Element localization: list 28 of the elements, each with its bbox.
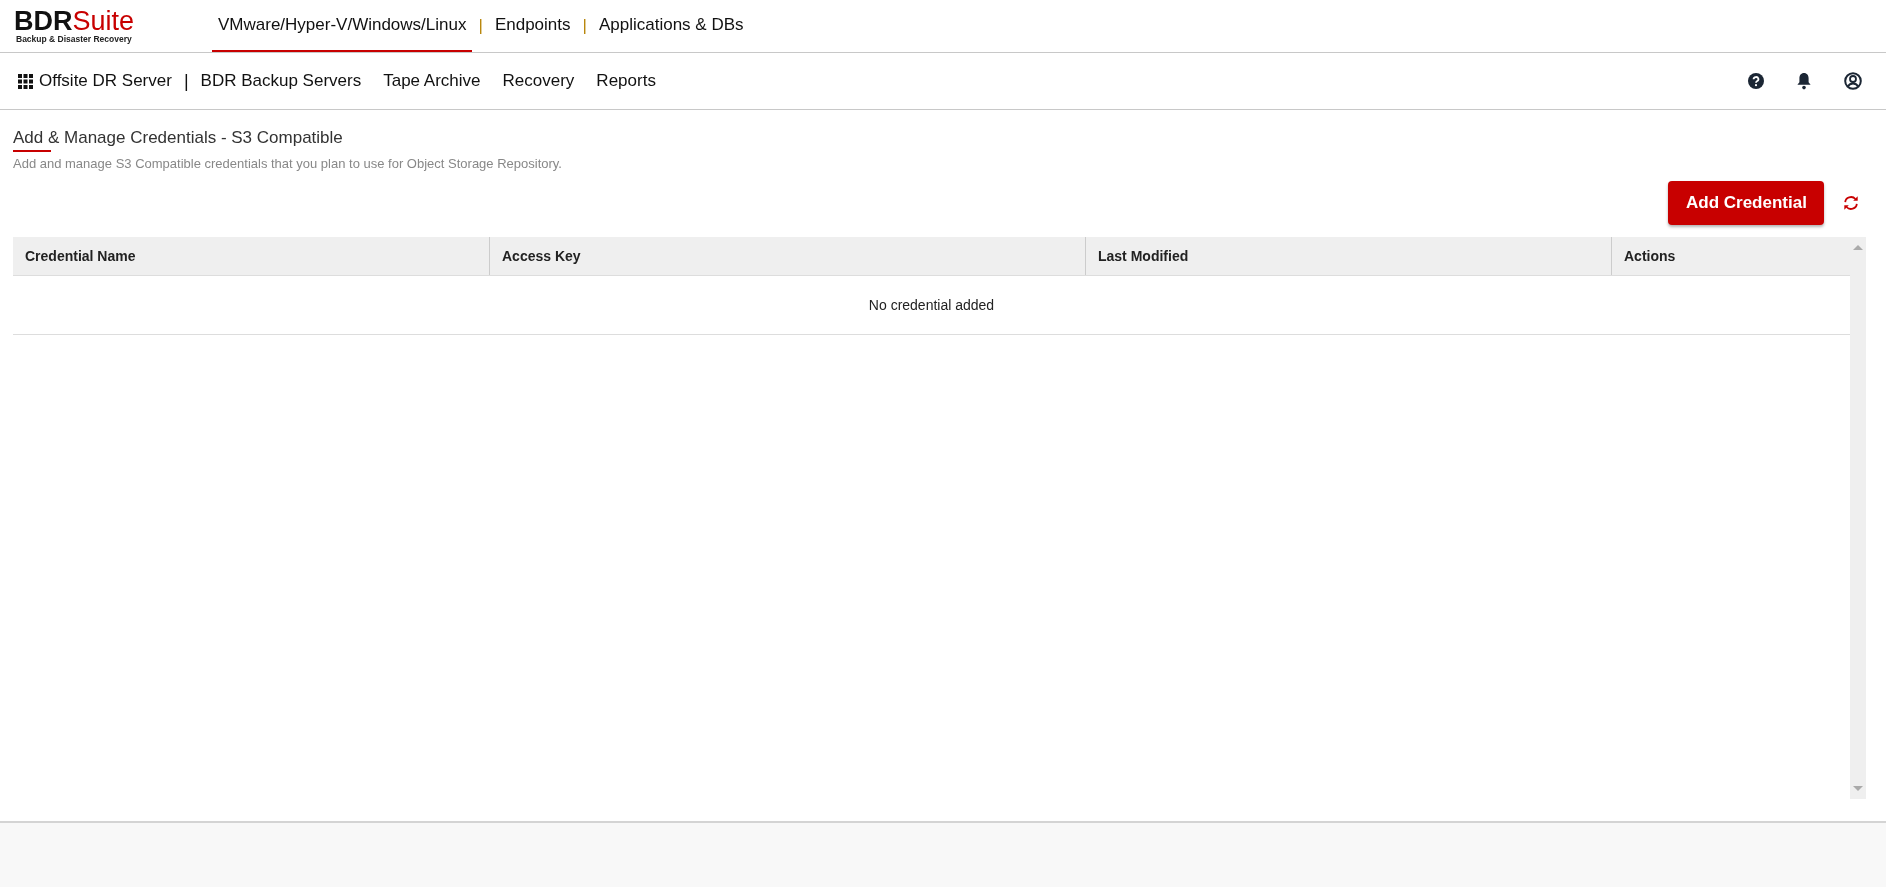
page-description: Add and manage S3 Compatible credentials that you plan to use for Object Storage Repository. bbox=[13, 156, 563, 171]
bell-icon[interactable] bbox=[1796, 72, 1812, 90]
nav-separator: | bbox=[183, 70, 189, 92]
logo-tagline: Backup & Disaster Recovery bbox=[15, 34, 133, 44]
nav-link[interactable]: Tape Archive bbox=[383, 71, 481, 91]
page-title: Add & Manage Credentials - S3 Compatible bbox=[13, 128, 343, 152]
column-header: Last Modified bbox=[1086, 237, 1612, 275]
product-tab[interactable]: Applications & DBs bbox=[592, 0, 750, 52]
add-credential-button[interactable]: Add Credential bbox=[1668, 181, 1824, 225]
column-header: Actions bbox=[1623, 247, 1677, 266]
nav-link[interactable]: Recovery bbox=[502, 71, 575, 91]
empty-table-message: No credential added bbox=[13, 276, 1850, 335]
product-tab[interactable]: Endpoints bbox=[488, 0, 577, 52]
nav-separator: | bbox=[477, 15, 484, 37]
grid-icon bbox=[18, 73, 33, 89]
scrollbar[interactable] bbox=[1850, 237, 1866, 799]
nav-link[interactable]: BDR Backup Servers bbox=[200, 71, 362, 91]
help-icon[interactable] bbox=[1748, 73, 1764, 89]
column-header: Credential Name bbox=[13, 237, 490, 275]
user-icon[interactable] bbox=[1844, 72, 1862, 90]
logo-brand: BDR bbox=[14, 6, 73, 36]
nav-link[interactable]: Reports bbox=[596, 71, 656, 91]
product-tab[interactable]: VMware/Hyper-V/Windows/Linux bbox=[212, 0, 473, 52]
nav-separator: | bbox=[581, 15, 588, 37]
column-header: Access Key bbox=[490, 237, 1086, 275]
server-menu[interactable]: Offsite DR Server bbox=[18, 71, 172, 91]
logo-brand-accent: Suite bbox=[72, 6, 135, 36]
refresh-icon[interactable] bbox=[1842, 195, 1860, 211]
